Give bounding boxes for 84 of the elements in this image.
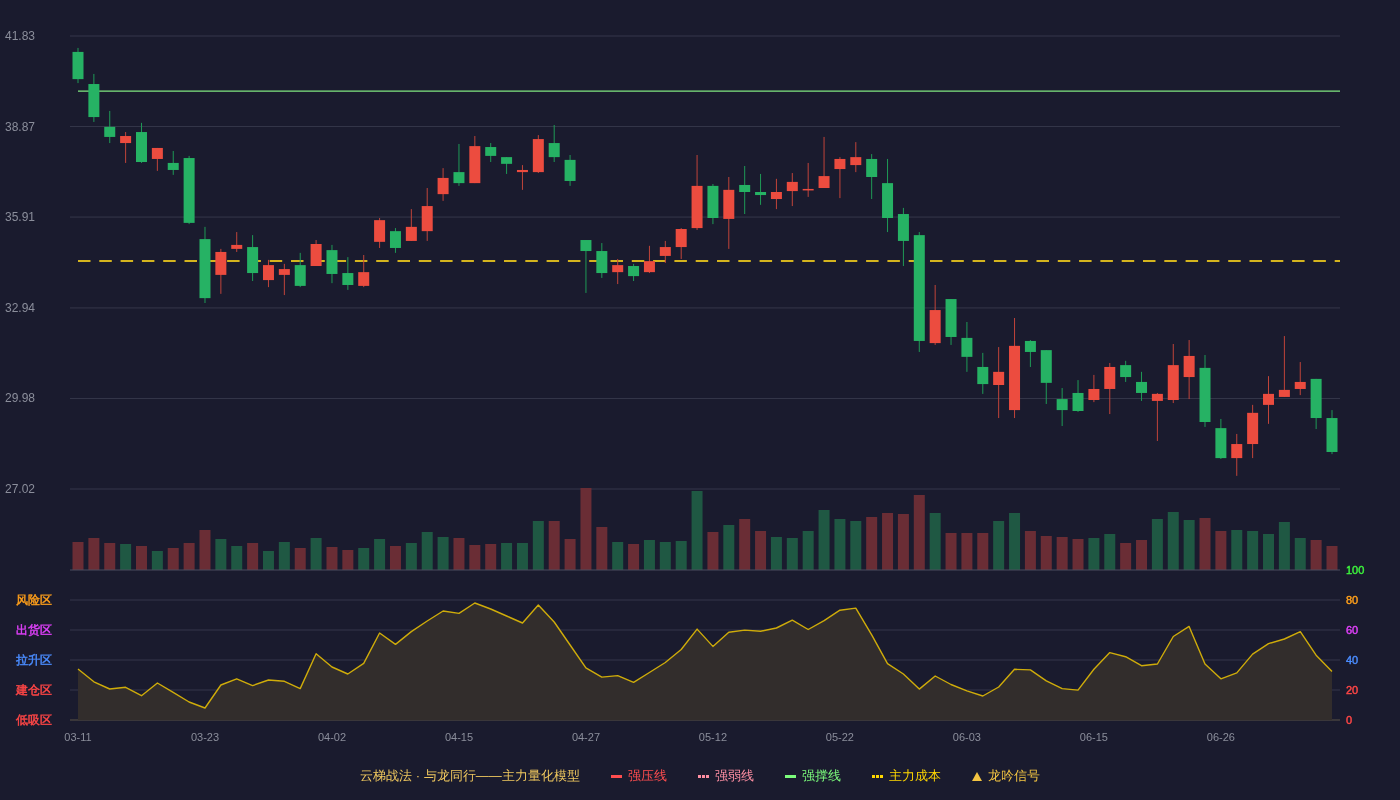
candlestick [1231,433,1243,477]
candlestick [437,167,449,202]
candlestick [405,208,417,242]
candlestick [1024,339,1036,368]
candlestick [1088,374,1100,403]
candlestick [262,259,274,288]
date-label: 04-15 [444,731,474,743]
candlestick [1072,379,1084,413]
candlestick [1120,360,1132,383]
zone-label: 建仓区 [16,683,52,697]
candlestick [1136,371,1148,402]
date-label: 03-11 [64,731,92,743]
candlestick [866,153,878,200]
zone-label: 拉升区 [16,653,52,667]
zone-label: 出货区 [16,623,52,637]
candlestick [104,110,116,144]
candlestick [961,321,973,373]
scale-label: 20 [1346,684,1359,696]
scale-label: 60 [1346,624,1359,636]
candlestick [453,143,465,187]
candlestick [516,164,528,191]
price-axis-label: 38.87 [5,119,36,134]
date-label: 06-26 [1206,731,1235,743]
candlestick [310,239,322,267]
candlestick [596,242,608,279]
candlestick [818,136,830,189]
candlestick [659,240,671,264]
candlestick [485,142,497,163]
candlestick [215,248,227,295]
date-label: 05-12 [698,731,727,743]
price-axis-label: 29.98 [5,391,36,406]
candlestick [993,346,1005,419]
candlestick [1056,387,1068,427]
candlestick [1278,335,1290,398]
legend-item[interactable]: 强撑线 [784,768,841,784]
candlestick [1294,361,1306,396]
zone-label: 低吸区 [16,713,52,727]
candlestick [120,131,132,164]
candlestick [374,217,386,249]
zone-label: 风险区 [16,593,52,607]
candlestick [612,258,624,285]
date-label: 04-02 [317,731,347,743]
candlestick [326,244,338,284]
scale-label: 100 [1346,564,1365,576]
candlestick [770,178,782,210]
candlestick [977,352,989,395]
date-label: 04-27 [571,731,600,743]
price-axis-label: 35.91 [5,210,36,225]
price-axis-label: 41.83 [5,29,36,43]
legend-title: 云梯战法 · 与龙同行——主力量化模型 [360,768,580,784]
candlestick [342,256,354,291]
candlestick [167,150,179,176]
candlestick [850,141,862,173]
price-axis-label: 27.02 [5,482,36,496]
candlestick [278,263,290,296]
candlestick [580,239,592,294]
date-label: 06-03 [952,731,981,743]
candlestick [675,227,687,260]
price-axis-label: 32.94 [5,300,36,315]
date-label: 05-22 [825,731,854,743]
date-label: 03-23 [190,731,220,743]
scale-label: 80 [1346,594,1359,606]
candlestick [1104,362,1116,415]
legend-item[interactable]: 强压线 [610,768,667,784]
candlestick [294,252,306,288]
candlestick [389,227,401,254]
candlestick [548,124,560,163]
candlestick [231,231,243,253]
legend-item[interactable]: 主力成本 [871,768,941,784]
candlestick [755,173,767,206]
candlestick [1263,375,1275,425]
candlestick [358,254,370,288]
scale-label: 40 [1346,654,1359,666]
legend-item[interactable]: 强弱线 [697,768,754,784]
candlestick [564,154,576,187]
candlestick [1151,392,1163,442]
candlestick [739,165,751,215]
candlestick [1183,339,1195,400]
candlestick [786,172,798,207]
candlestick [643,245,655,274]
scale-label: 0 [1346,714,1353,726]
candlestick [834,156,846,199]
date-label: 06-15 [1079,731,1108,743]
legend-item[interactable]: 龙吟信号 [971,768,1040,784]
